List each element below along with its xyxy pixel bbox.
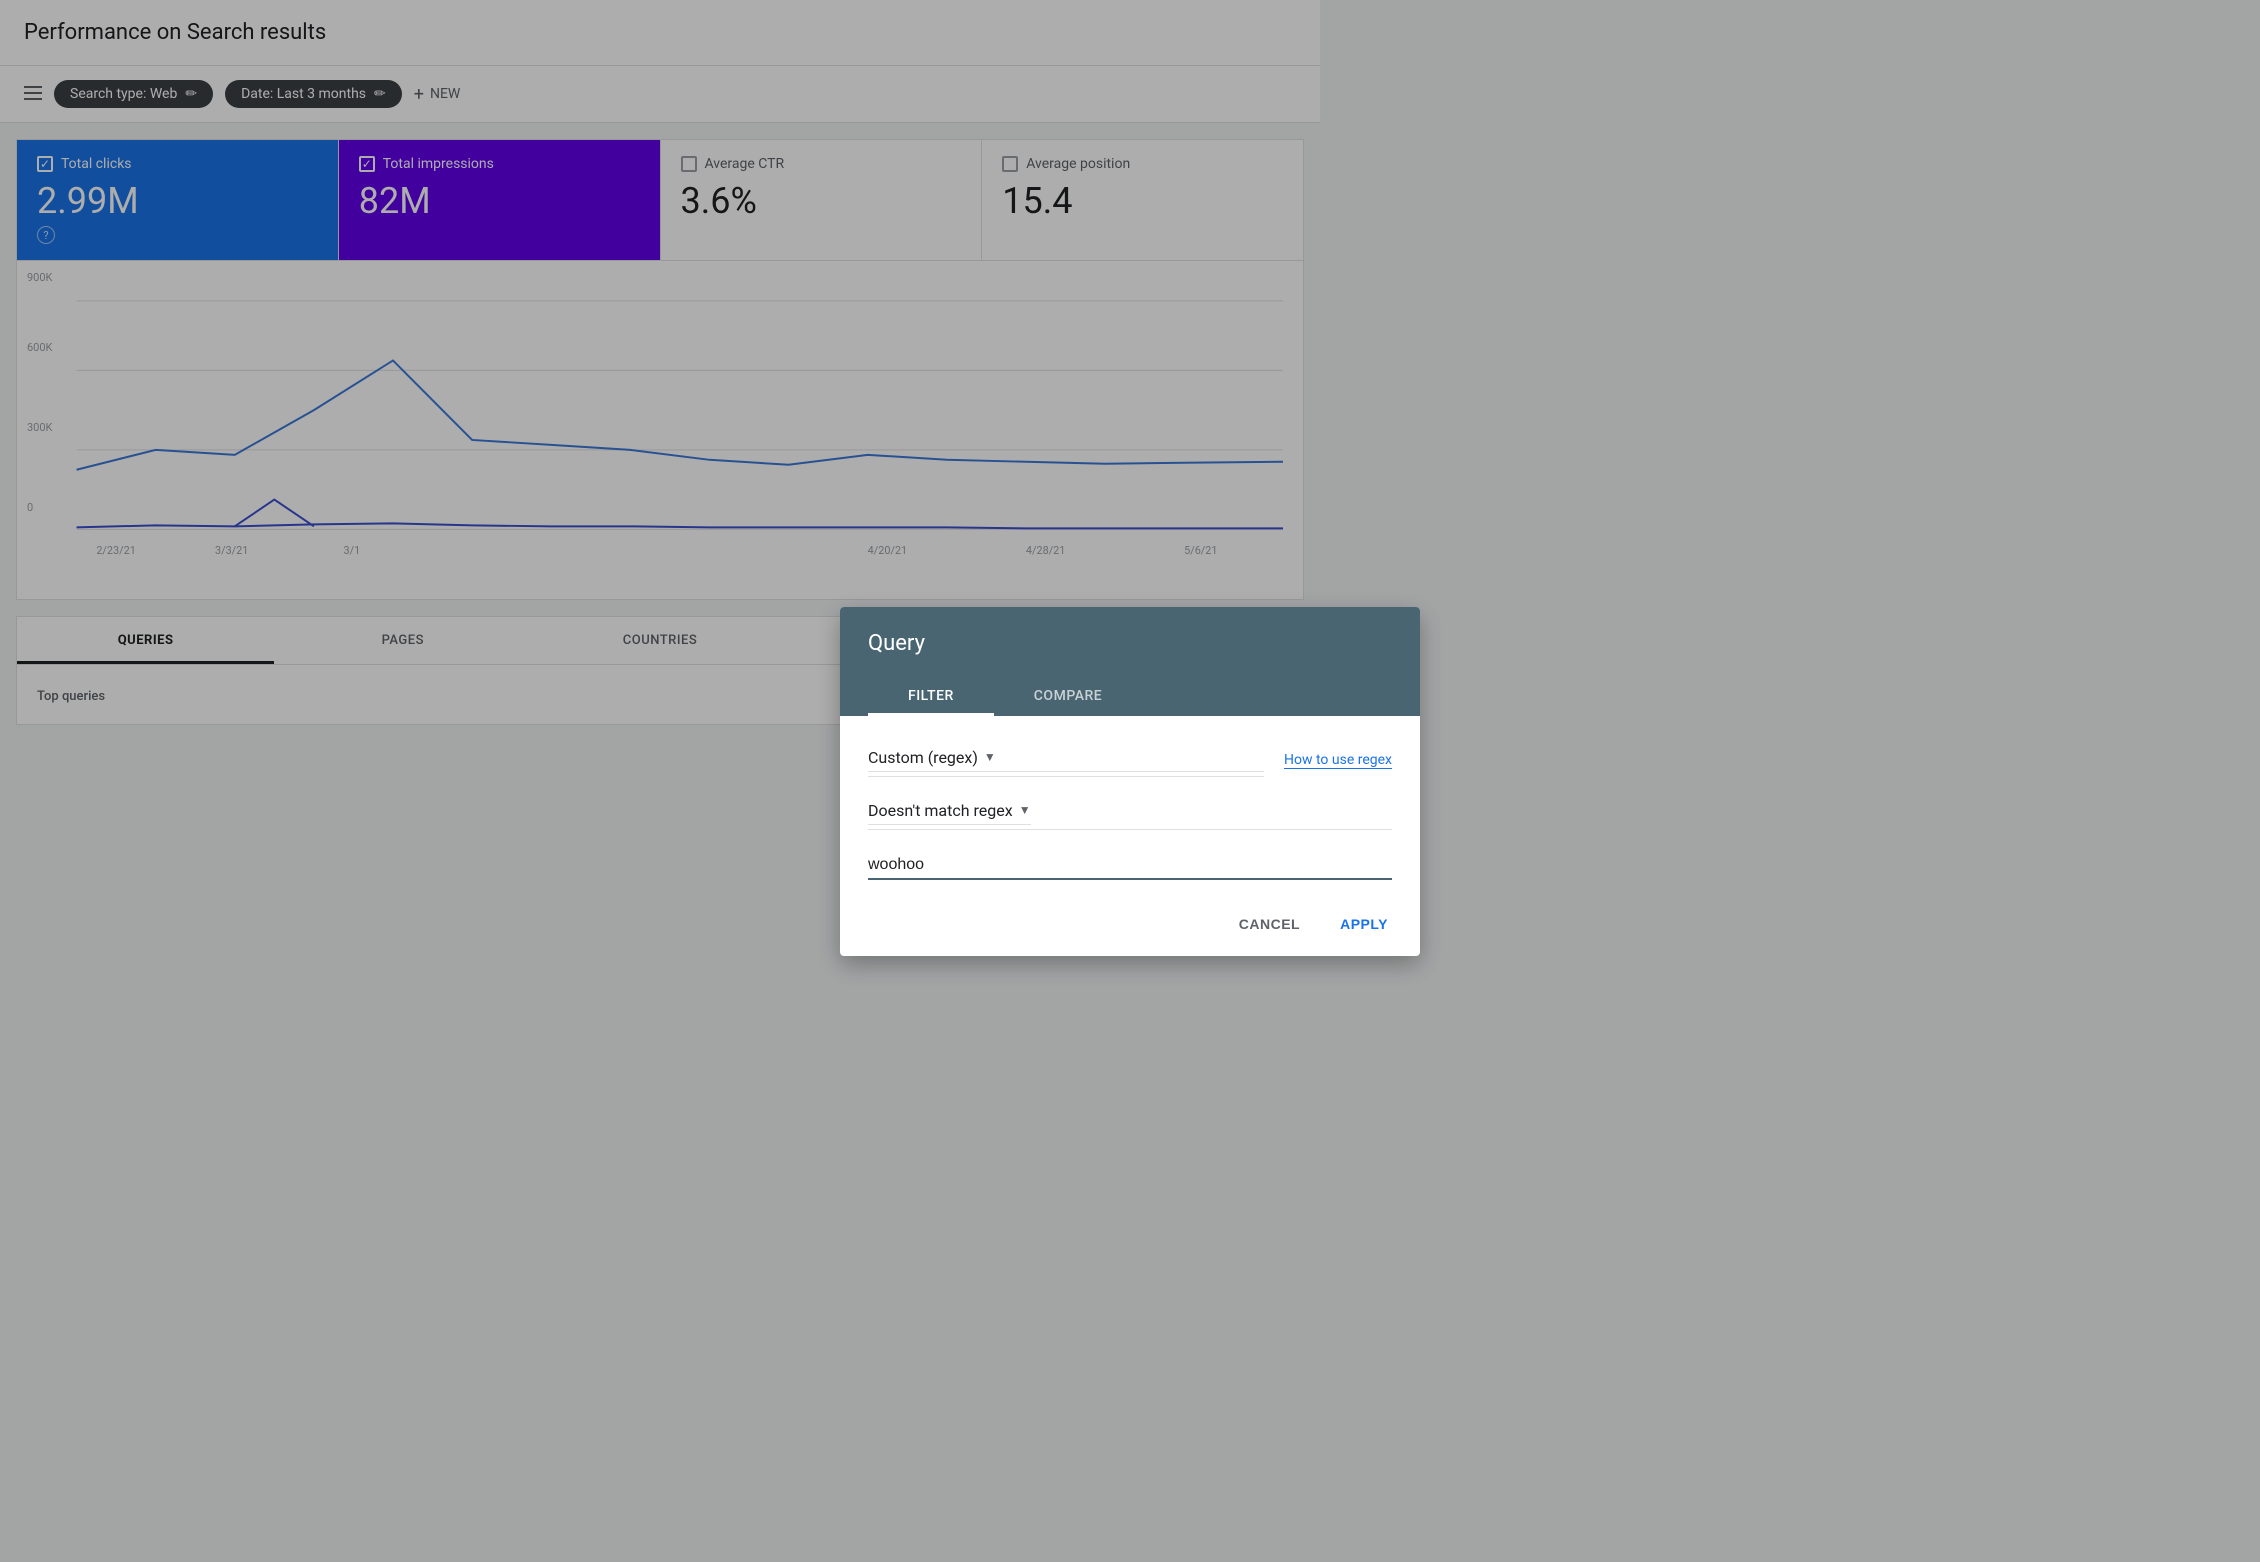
modal-overlay[interactable]: Query FILTER COMPARE Custom (regex) ▼ Ho… bbox=[0, 0, 2260, 1562]
dialog-tab-compare[interactable]: COMPARE bbox=[994, 676, 1142, 716]
filter-type-select[interactable]: Custom (regex) ▼ bbox=[868, 744, 1264, 772]
filter-type-arrow-icon: ▼ bbox=[984, 750, 996, 764]
filter-type-divider bbox=[868, 776, 1264, 777]
dialog-tab-filter[interactable]: FILTER bbox=[868, 676, 994, 716]
filter-type-value: Custom (regex) bbox=[868, 748, 978, 767]
apply-button[interactable]: APPLY bbox=[1324, 908, 1404, 940]
condition-arrow-icon: ▼ bbox=[1019, 803, 1031, 817]
query-dialog: Query FILTER COMPARE Custom (regex) ▼ Ho… bbox=[840, 607, 1420, 956]
filter-type-row: Custom (regex) ▼ How to use regex bbox=[868, 744, 1392, 777]
dialog-title: Query bbox=[868, 631, 1392, 656]
dialog-actions: CANCEL APPLY bbox=[840, 900, 1420, 956]
dialog-body: Custom (regex) ▼ How to use regex Doesn'… bbox=[840, 716, 1420, 900]
regex-help-link[interactable]: How to use regex bbox=[1284, 752, 1392, 769]
filter-type-container: Custom (regex) ▼ bbox=[868, 744, 1264, 777]
condition-divider bbox=[868, 829, 1392, 830]
dialog-header: Query FILTER COMPARE bbox=[840, 607, 1420, 716]
value-input[interactable] bbox=[868, 856, 1392, 874]
dialog-tabs: FILTER COMPARE bbox=[868, 676, 1392, 716]
condition-select[interactable]: Doesn't match regex ▼ bbox=[868, 801, 1031, 825]
cancel-button[interactable]: CANCEL bbox=[1223, 908, 1316, 940]
condition-row: Doesn't match regex ▼ bbox=[868, 801, 1392, 830]
condition-value: Doesn't match regex bbox=[868, 801, 1013, 820]
value-input-row bbox=[868, 854, 1392, 880]
